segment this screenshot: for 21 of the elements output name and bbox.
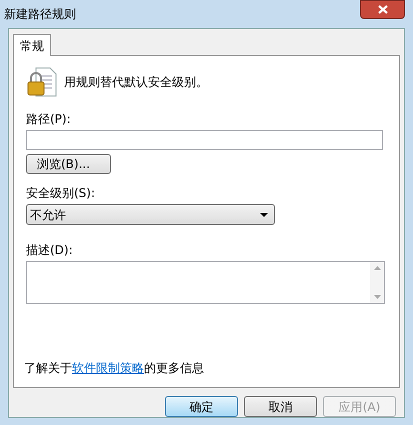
window-title: 新建路径规则 [4,6,76,23]
policy-link[interactable]: 软件限制策略 [72,361,144,375]
path-label: 路径(P): [26,111,72,128]
dialog-button[interactable]: 取消 [244,396,317,417]
dialog-button[interactable]: 确定 [165,396,238,417]
scroll-down-icon [374,295,380,299]
description-label: 描述(D): [26,242,74,259]
info-text: 了解关于软件限制策略的更多信息 [24,360,205,377]
scroll-up-icon [374,266,380,270]
path-field[interactable] [26,130,383,150]
close-icon [378,5,388,14]
security-level-dropdown[interactable]: 不允许 [26,204,275,225]
intro-text: 用规则替代默认安全级别。 [64,74,208,91]
close-button[interactable] [360,0,405,19]
security-level-label: 安全级别(S): [26,185,96,202]
dropdown-arrow-icon [260,212,268,216]
scrollbar[interactable] [370,262,384,303]
tab[interactable]: 常规 [13,34,51,56]
description-field[interactable] [26,261,385,304]
browse-button[interactable]: 浏览(B)... [26,154,111,174]
lock-document-icon [26,66,58,98]
